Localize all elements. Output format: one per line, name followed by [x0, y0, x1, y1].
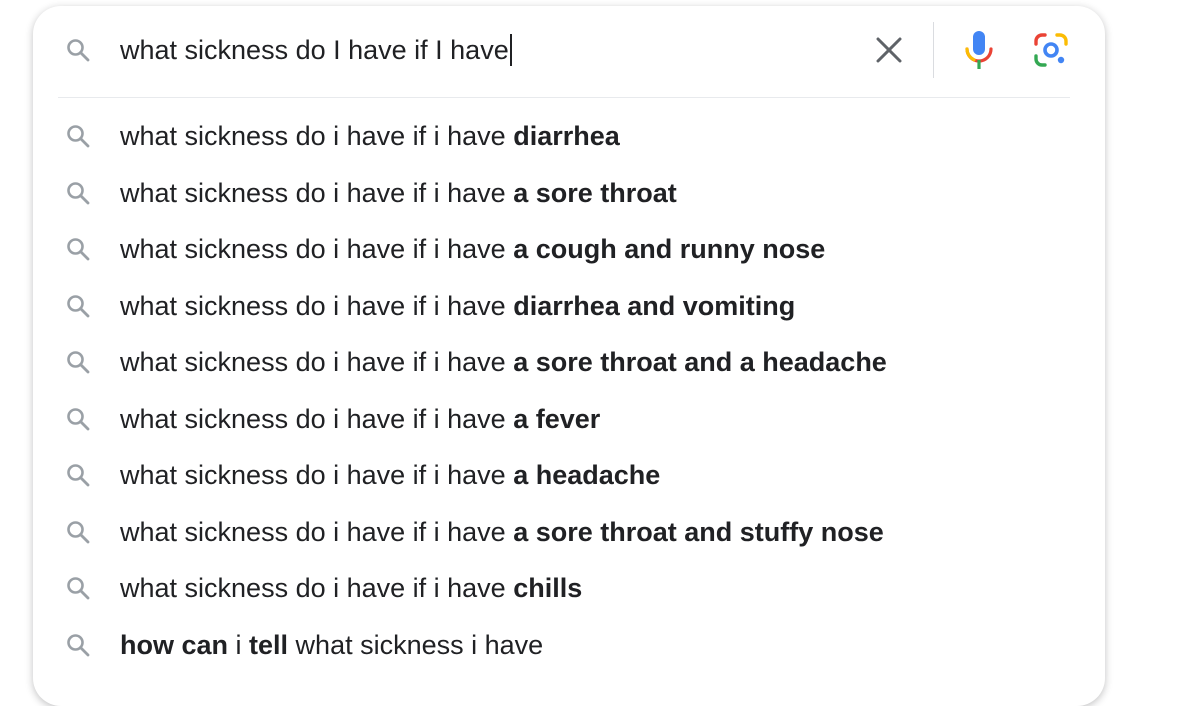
suggestion-prefix: what sickness do i have if i have	[120, 121, 514, 151]
search-icon	[64, 518, 92, 546]
suggestion-text: what sickness do i have if i have a sore…	[120, 173, 677, 213]
suggestion-text: what sickness do i have if i have diarrh…	[120, 286, 795, 326]
search-icon	[64, 292, 92, 320]
suggestion-completion: diarrhea and vomiting	[513, 290, 796, 321]
suggestion-prefix: what sickness do i have if i have	[120, 177, 514, 208]
suggestion-item[interactable]: what sickness do i have if i have chills	[33, 559, 1105, 616]
suggestion-prefix: what sickness do i have if i have	[120, 573, 514, 603]
search-bar-separator	[58, 97, 1070, 98]
suggestion-prefix: what sickness do i have if i have	[120, 460, 514, 490]
suggestion-item[interactable]: what sickness do i have if i have diarrh…	[33, 277, 1105, 334]
suggestion-text: how can i tell what sickness i have	[120, 625, 543, 665]
suggestion-completion: chills	[513, 573, 583, 603]
microphone-icon	[965, 31, 993, 69]
search-icon	[64, 36, 92, 64]
lens-camera-icon	[1034, 33, 1068, 67]
search-icon	[64, 574, 92, 602]
suggestion-text: what sickness do i have if i have a head…	[120, 455, 660, 495]
suggestion-text: what sickness do i have if i have a feve…	[120, 399, 600, 439]
suggestion-completion: a sore throat and a headache	[513, 347, 887, 377]
search-icon	[64, 122, 92, 150]
suggestion-prefix: what sickness do i have if i have	[120, 347, 514, 377]
suggestion-item[interactable]: what sickness do i have if i have a sore…	[33, 503, 1105, 560]
search-suggestion-panel: what sickness do I have if I have what s…	[33, 6, 1105, 706]
suggestion-text: what sickness do i have if i have chills	[120, 568, 582, 608]
search-icon	[64, 461, 92, 489]
search-icon	[64, 348, 92, 376]
text-caret	[509, 33, 512, 66]
suggestion-completion: a sore throat	[513, 177, 677, 208]
search-by-image-button[interactable]	[1029, 26, 1073, 74]
suggestion-completion: how can	[120, 629, 229, 660]
clear-search-button[interactable]	[867, 28, 911, 72]
search-bar-divider	[933, 22, 934, 78]
suggestion-text: what sickness do i have if i have diarrh…	[120, 116, 620, 156]
search-bar: what sickness do I have if I have	[33, 6, 1105, 92]
suggestion-prefix: what sickness do i have if i have	[120, 403, 514, 434]
suggestion-text: what sickness do i have if i have a coug…	[120, 229, 825, 269]
suggestion-prefix: what sickness do i have if i have	[120, 516, 514, 547]
suggestion-list: what sickness do i have if i have diarrh…	[33, 107, 1105, 672]
suggestion-text: what sickness do i have if i have a sore…	[120, 512, 884, 552]
suggestion-item[interactable]: what sickness do i have if i have a feve…	[33, 390, 1105, 447]
suggestion-completion: a cough and runny nose	[513, 234, 826, 264]
suggestion-completion: a fever	[513, 403, 601, 434]
voice-search-button[interactable]	[957, 26, 1001, 74]
suggestion-item[interactable]: how can i tell what sickness i have	[33, 616, 1105, 673]
suggestion-completion: a sore throat and stuffy nose	[513, 516, 884, 547]
suggestion-prefix: i	[228, 629, 250, 660]
search-icon	[64, 631, 92, 659]
search-icon	[64, 405, 92, 433]
suggestion-item[interactable]: what sickness do i have if i have a head…	[33, 446, 1105, 503]
suggestion-prefix: what sickness do i have if i have	[120, 290, 514, 321]
suggestion-completion: tell	[249, 629, 289, 660]
suggestion-item[interactable]: what sickness do i have if i have diarrh…	[33, 107, 1105, 164]
suggestion-prefix: what sickness do i have if i have	[120, 234, 514, 264]
suggestion-completion: a headache	[513, 460, 661, 490]
suggestion-text: what sickness do i have if i have a sore…	[120, 342, 887, 382]
suggestion-completion: diarrhea	[513, 121, 620, 151]
suggestion-prefix: what sickness i have	[288, 629, 544, 660]
search-input[interactable]: what sickness do I have if I have	[120, 28, 512, 72]
search-query-text: what sickness do I have if I have	[120, 35, 509, 65]
suggestion-item[interactable]: what sickness do i have if i have a sore…	[33, 333, 1105, 390]
search-icon	[64, 235, 92, 263]
suggestion-item[interactable]: what sickness do i have if i have a sore…	[33, 164, 1105, 221]
close-icon	[876, 37, 902, 63]
search-icon	[64, 179, 92, 207]
suggestion-item[interactable]: what sickness do i have if i have a coug…	[33, 220, 1105, 277]
